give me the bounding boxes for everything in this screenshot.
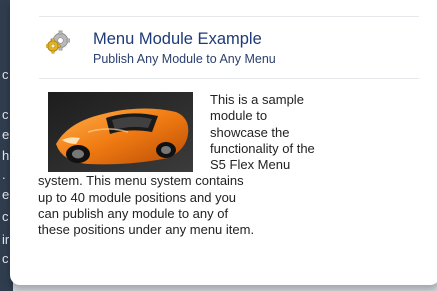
menu-dropdown-panel: Menu Module Example Publish Any Module t… bbox=[10, 0, 437, 285]
module-header: Menu Module Example Publish Any Module t… bbox=[46, 28, 416, 72]
module-content: This is a sample module to showcase the … bbox=[38, 92, 388, 239]
background-text-char: e bbox=[2, 127, 10, 142]
module-title[interactable]: Menu Module Example bbox=[93, 28, 262, 50]
background-text-char: h bbox=[2, 148, 10, 163]
background-text-char: c bbox=[2, 251, 9, 266]
gear-icon bbox=[46, 30, 70, 54]
background-text-char: c bbox=[2, 209, 9, 224]
background-text-char: c bbox=[2, 107, 9, 122]
sports-car-image bbox=[48, 92, 193, 172]
description-line: these positions under any menu item. bbox=[38, 222, 255, 238]
background-text-char: . bbox=[2, 167, 6, 182]
module-subtitle: Publish Any Module to Any Menu bbox=[93, 52, 276, 66]
background-text-char: e bbox=[2, 187, 10, 202]
top-divider bbox=[39, 16, 419, 17]
description-line: can publish any module to any of bbox=[38, 206, 229, 222]
description-line: up to 40 module positions and you bbox=[38, 189, 237, 205]
background-text-char: c bbox=[2, 67, 9, 82]
background-text-char: ir bbox=[2, 232, 10, 247]
header-divider bbox=[39, 78, 419, 79]
description-line: system. This menu system contains bbox=[38, 173, 244, 189]
